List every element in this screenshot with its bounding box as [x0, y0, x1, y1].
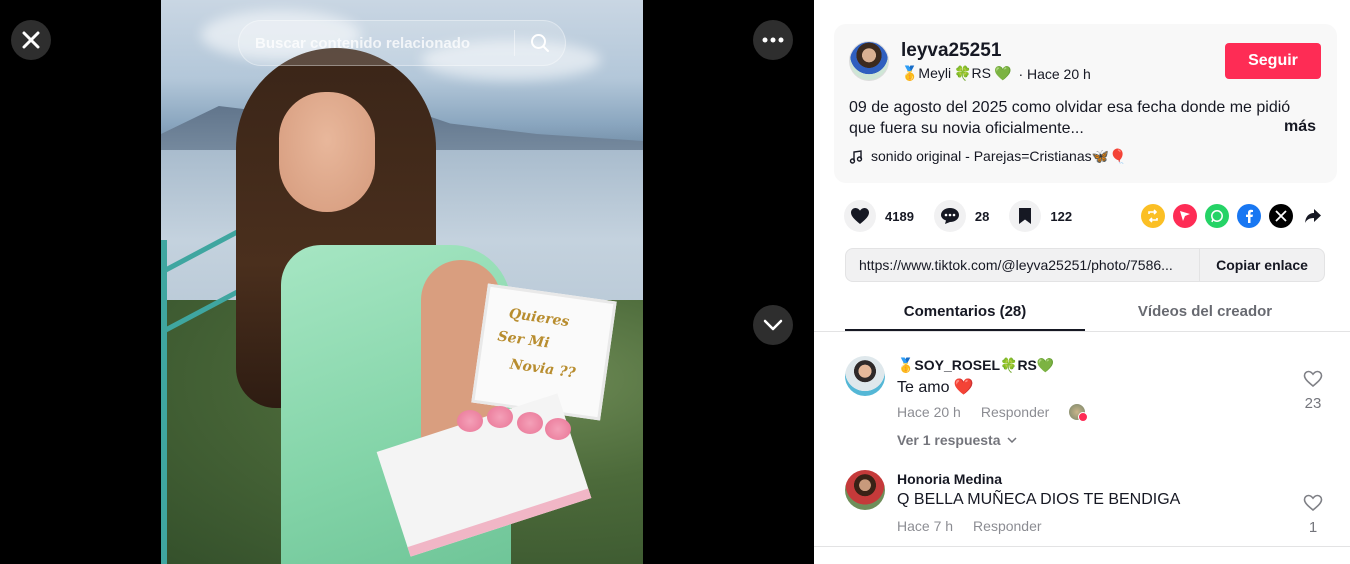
- bookmark-icon: [1019, 208, 1032, 224]
- comment-bubble-icon: [940, 208, 959, 224]
- post-link-url[interactable]: https://www.tiktok.com/@leyva25251/photo…: [846, 257, 1199, 273]
- lid-text-2: Ser Mi: [496, 328, 551, 352]
- music-link[interactable]: sonido original - Parejas=Cristianas🦋🎈: [849, 148, 1126, 165]
- comment-time: Hace 7 h: [897, 518, 954, 534]
- follow-button[interactable]: Seguir: [1225, 43, 1321, 79]
- comment-text: Q BELLA MUÑECA DIOS TE BENDIGA: [897, 491, 1181, 508]
- comment-avatar[interactable]: [845, 356, 885, 396]
- whatsapp-icon: [1211, 210, 1223, 223]
- view-replies-button[interactable]: Ver 1 respuesta: [897, 432, 1017, 448]
- search-icon: [531, 34, 549, 52]
- lid-text-3: Novia ??: [508, 356, 577, 382]
- send-to-friends-button[interactable]: [1173, 204, 1197, 228]
- comment-meta: Hace 20 h Responder: [897, 404, 1089, 422]
- chevron-down-icon: [763, 319, 783, 331]
- comment-meta: Hace 7 h Responder: [897, 518, 1042, 534]
- reply-button[interactable]: Responder: [973, 518, 1042, 534]
- search-button[interactable]: [515, 20, 565, 66]
- copy-link-button[interactable]: Copiar enlace: [1199, 249, 1324, 281]
- comment-like-count: 1: [1308, 519, 1318, 536]
- comment-time: Hace 20 h: [897, 404, 961, 420]
- next-post-button[interactable]: [753, 305, 793, 345]
- more-share-button[interactable]: [1301, 204, 1325, 228]
- repost-icon: [1148, 209, 1158, 223]
- author-username[interactable]: leyva25251: [901, 40, 1001, 62]
- music-title: sonido original - Parejas=Cristianas🦋🎈: [871, 148, 1127, 164]
- search-bar: [238, 20, 566, 66]
- action-bar: 4189 28 122: [844, 199, 1092, 233]
- creator-liked-avatar: [1069, 404, 1089, 422]
- comment-like-count: 23: [1304, 395, 1322, 412]
- more-dots-icon: [762, 37, 784, 43]
- comment-like-button[interactable]: 23: [1298, 370, 1328, 412]
- close-button[interactable]: [11, 20, 51, 60]
- face: [279, 92, 375, 212]
- post-description: 09 de agosto del 2025 como olvidar esa f…: [849, 99, 1291, 137]
- x-logo-icon: [1275, 210, 1287, 222]
- like-count: 4189: [885, 208, 914, 224]
- tab-comments[interactable]: Comentarios (28): [845, 294, 1085, 331]
- rose: [457, 410, 483, 432]
- description-more-link[interactable]: más: [1284, 118, 1316, 136]
- rose: [487, 406, 513, 428]
- send-icon: [1180, 211, 1190, 221]
- search-input[interactable]: [239, 34, 514, 52]
- whatsapp-share-button[interactable]: [1205, 204, 1229, 228]
- like-action[interactable]: 4189: [844, 200, 914, 232]
- save-action[interactable]: 122: [1009, 200, 1072, 232]
- author-avatar[interactable]: [849, 41, 889, 81]
- divider: [814, 546, 1350, 547]
- save-button[interactable]: [1009, 200, 1042, 232]
- rose: [545, 418, 571, 440]
- comment-count: 28: [974, 208, 990, 224]
- author-nickname-suffix: 💚: [994, 65, 1012, 81]
- media-viewer: Quieres Ser Mi Novia ??: [0, 0, 814, 564]
- heart-icon: [851, 208, 869, 224]
- comment-action[interactable]: 28: [933, 200, 990, 232]
- author-nickname-prefix: 🥇Meyli: [901, 65, 952, 81]
- facebook-icon: [1246, 209, 1253, 223]
- flowers: [449, 402, 579, 442]
- comment-username[interactable]: 🥇SOY_ROSEL🍀RS💚: [897, 357, 1054, 374]
- share-arrow-icon: [1305, 209, 1321, 223]
- x-share-button[interactable]: [1269, 204, 1293, 228]
- chevron-down-icon: [1006, 437, 1017, 443]
- repost-button[interactable]: [1141, 204, 1165, 228]
- more-options-button[interactable]: [753, 20, 793, 60]
- share-icons: [1141, 204, 1325, 228]
- post-link-bar: https://www.tiktok.com/@leyva25251/photo…: [845, 248, 1325, 282]
- post-photo[interactable]: Quieres Ser Mi Novia ??: [161, 0, 643, 564]
- reply-button[interactable]: Responder: [981, 404, 1050, 420]
- like-button[interactable]: [844, 200, 876, 232]
- author-nickname-mid: 🍀RS: [954, 65, 991, 81]
- comment-like-button[interactable]: 1: [1298, 494, 1328, 536]
- comment-item: Honoria Medina Q BELLA MUÑECA DIOS TE BE…: [845, 470, 1335, 540]
- comment-text: Te amo ❤️: [897, 379, 974, 396]
- heart-outline-icon: [1303, 494, 1323, 512]
- close-icon: [22, 31, 40, 49]
- post-info-card: leyva25251 🥇Meyli 🍀RS 💚 · Hace 20 h Segu…: [834, 24, 1337, 183]
- comment-item: 🥇SOY_ROSEL🍀RS💚 Te amo ❤️ Hace 20 h Respo…: [845, 356, 1335, 456]
- heart-outline-icon: [1303, 370, 1323, 388]
- music-note-icon: [849, 149, 863, 164]
- panel-tabs: Comentarios (28) Vídeos del creador: [814, 294, 1350, 332]
- rose: [517, 412, 543, 434]
- comment-username[interactable]: Honoria Medina: [897, 471, 1002, 487]
- post-time: · Hace 20 h: [1018, 65, 1091, 82]
- author-subline: 🥇Meyli 🍀RS 💚 · Hace 20 h: [901, 65, 1091, 82]
- comment-avatar[interactable]: [845, 470, 885, 510]
- facebook-share-button[interactable]: [1237, 204, 1261, 228]
- save-count: 122: [1050, 208, 1073, 224]
- comment-button[interactable]: [933, 200, 966, 232]
- tab-creator-videos[interactable]: Vídeos del creador: [1085, 294, 1325, 331]
- view-replies-label: Ver 1 respuesta: [897, 432, 1001, 448]
- lid-text-1: Quieres: [507, 305, 571, 331]
- details-panel: leyva25251 🥇Meyli 🍀RS 💚 · Hace 20 h Segu…: [814, 0, 1350, 564]
